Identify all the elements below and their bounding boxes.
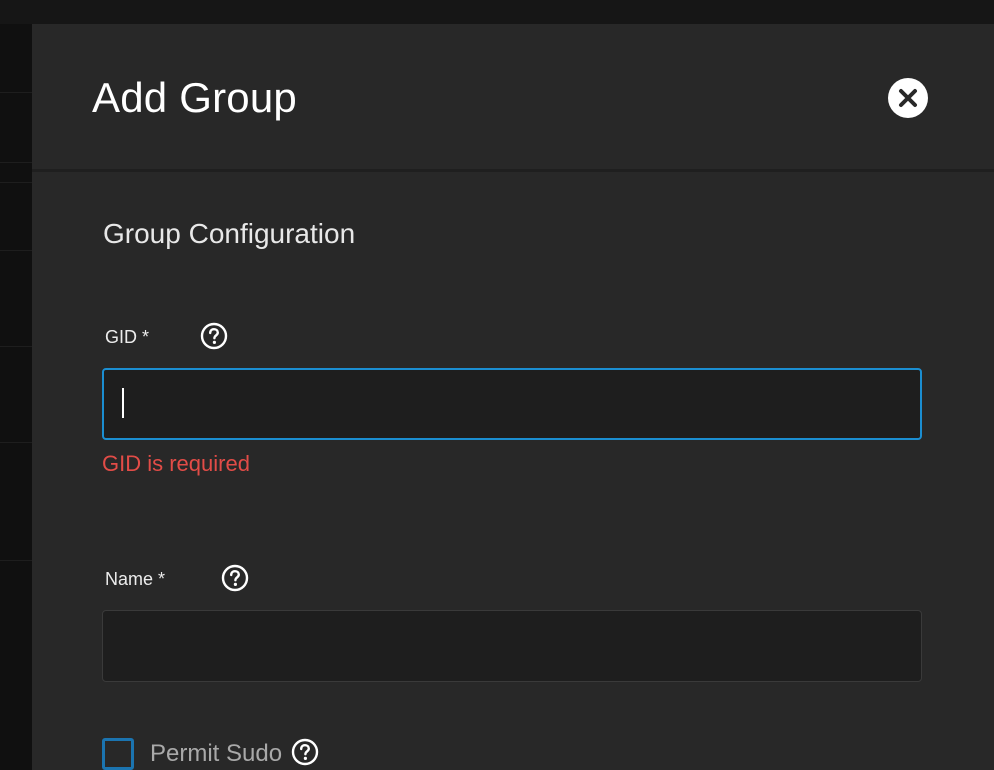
permit-sudo-checkbox[interactable]: [102, 738, 134, 770]
section-title: Group Configuration: [103, 218, 356, 249]
permit-sudo-help-icon[interactable]: [291, 738, 319, 766]
background-divider: [0, 442, 32, 443]
name-label: Name *: [105, 569, 166, 589]
background-page: [0, 24, 32, 770]
close-icon: [899, 89, 917, 107]
gid-label: GID *: [105, 327, 150, 347]
background-divider: [0, 560, 32, 561]
close-button[interactable]: [888, 78, 928, 118]
name-help-icon[interactable]: [221, 564, 249, 592]
background-divider: [0, 346, 32, 347]
dialog-header: Add Group: [32, 24, 994, 172]
name-input[interactable]: [102, 610, 922, 682]
background-divider: [0, 92, 32, 93]
gid-error-message: GID is required: [102, 451, 250, 476]
permit-sudo-label[interactable]: Permit Sudo: [150, 740, 282, 768]
background-divider: [0, 250, 32, 251]
background-divider: [0, 162, 32, 163]
add-group-dialog: Add Group Group Configuration GID * GID …: [32, 24, 994, 770]
top-bar: [0, 0, 994, 24]
gid-input[interactable]: [102, 368, 922, 440]
gid-help-icon[interactable]: [200, 322, 228, 350]
background-divider: [0, 182, 32, 183]
text-caret: [122, 388, 124, 418]
dialog-title: Add Group: [92, 74, 297, 121]
